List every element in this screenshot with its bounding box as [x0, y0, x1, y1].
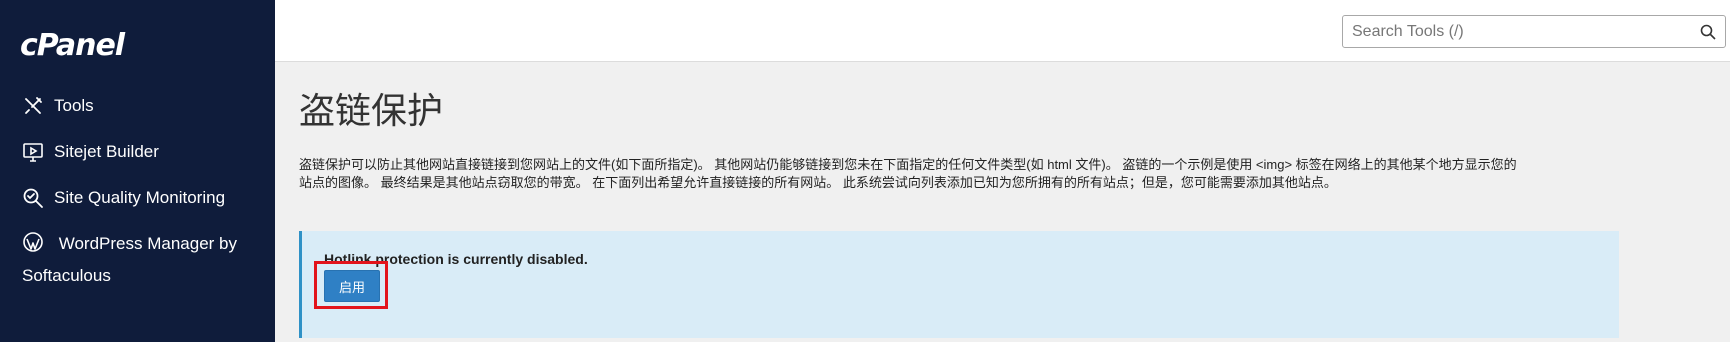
sidebar-item-tools[interactable]: Tools [22, 90, 267, 122]
search-icon[interactable] [1691, 16, 1725, 47]
status-message: Hotlink protection is currently disabled… [324, 251, 588, 267]
search-box [1342, 15, 1726, 48]
sidebar-item-label: Site Quality Monitoring [54, 188, 226, 207]
sidebar-item-wordpress[interactable]: WordPress Manager by Softaculous [22, 228, 267, 292]
sidebar-item-label: Tools [54, 96, 94, 115]
main-content: 盗链保护 盗链保护可以防止其他网站直接链接到您网站上的文件(如下面所指定)。 其… [275, 62, 1730, 342]
site-quality-icon [22, 187, 44, 209]
sidebar-item-site-quality[interactable]: Site Quality Monitoring [22, 182, 267, 214]
wordpress-icon [22, 231, 44, 253]
top-bar [275, 0, 1730, 62]
description-line: 盗链保护可以防止其他网站直接链接到您网站上的文件(如下面所指定)。 其他网站仍能… [299, 157, 1517, 172]
status-alert: Hotlink protection is currently disabled… [299, 231, 1619, 338]
sidebar-nav: Tools Sitejet Builder Site Quality Monit… [22, 90, 267, 306]
sidebar-item-label: WordPress Manager by Softaculous [22, 234, 237, 285]
sidebar-item-sitejet[interactable]: Sitejet Builder [22, 136, 267, 168]
search-input[interactable] [1343, 16, 1691, 47]
tools-icon [22, 95, 44, 117]
description-line: 站点的图像。 最终结果是其他站点窃取您的带宽。 在下面列出希望允许直接链接的所有… [299, 175, 1337, 190]
sidebar: cPanel Tools Sitejet Builder Site Qualit… [0, 0, 275, 342]
page-title: 盗链保护 [299, 91, 444, 132]
enable-button[interactable]: 启用 [324, 270, 380, 302]
sidebar-item-label: Sitejet Builder [54, 142, 159, 161]
cpanel-logo[interactable]: cPanel [20, 28, 125, 63]
page-description: 盗链保护可以防止其他网站直接链接到您网站上的文件(如下面所指定)。 其他网站仍能… [299, 156, 1730, 192]
sitejet-icon [22, 141, 44, 163]
